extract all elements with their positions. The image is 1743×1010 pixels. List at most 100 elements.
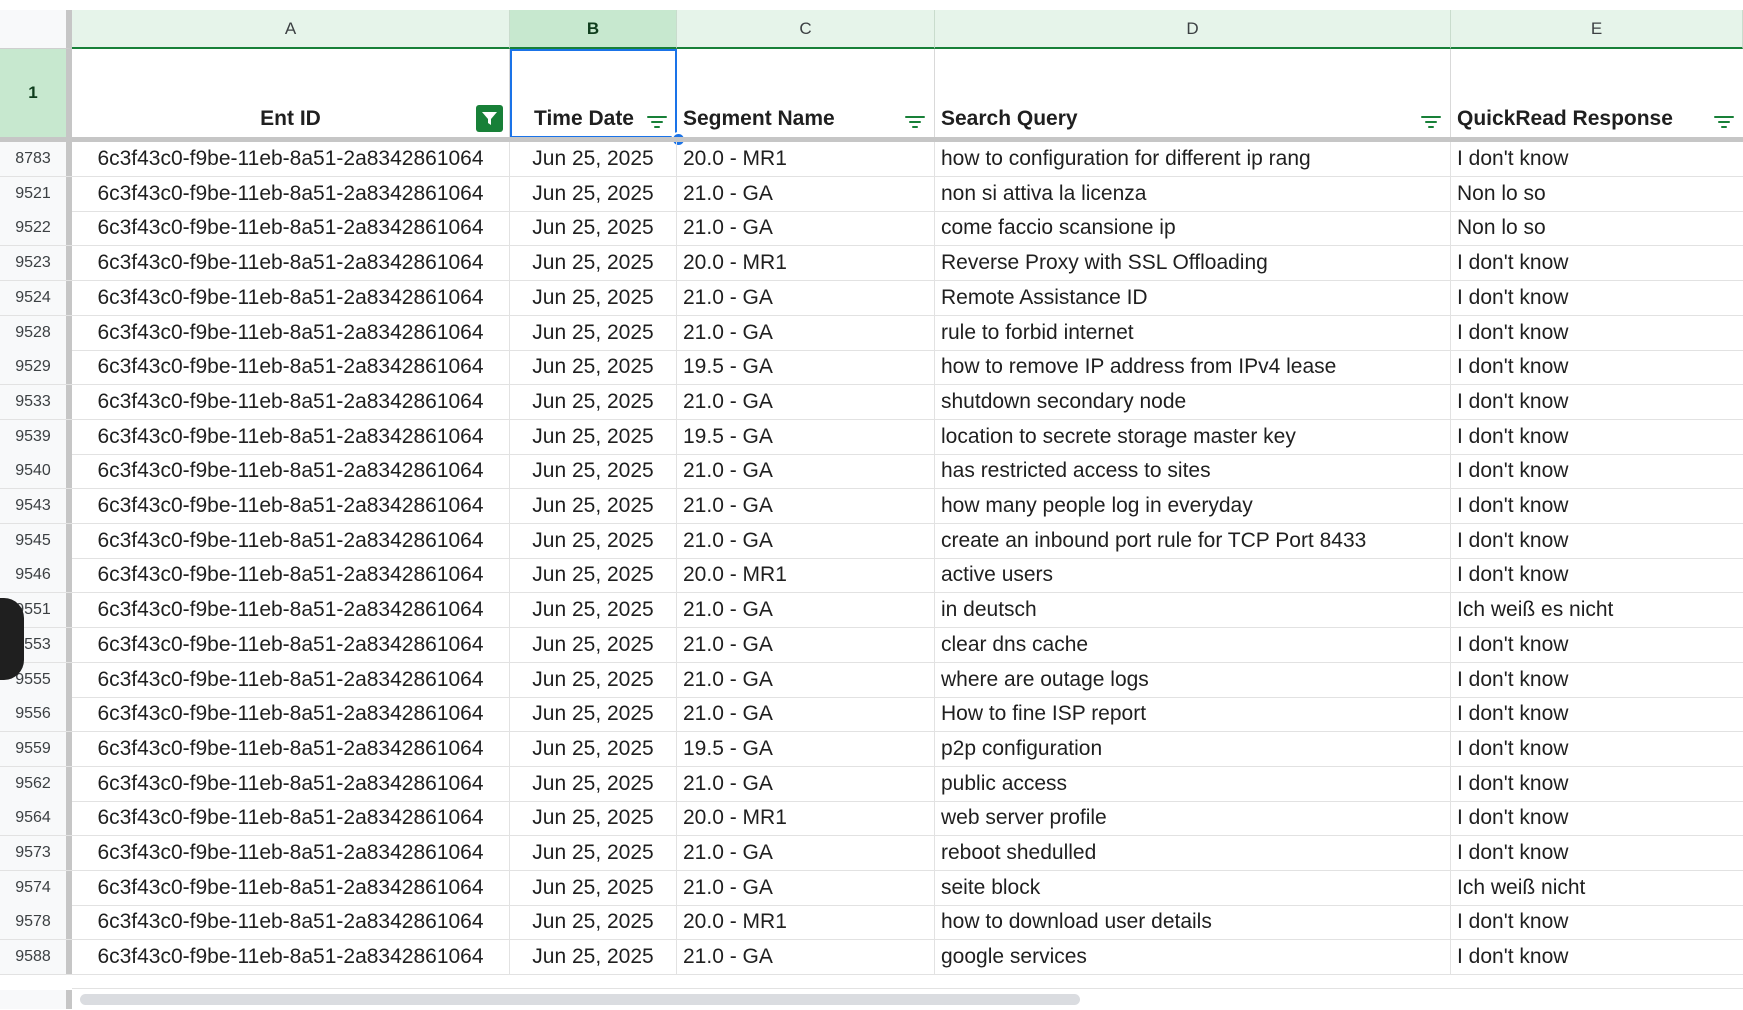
cell-search-query[interactable]: public access [935,766,1451,801]
cell-time-date[interactable]: Jun 25, 2025 [510,280,677,315]
cell-time-date[interactable]: Jun 25, 2025 [510,419,677,454]
cell-search-query[interactable]: in deutsch [935,593,1451,628]
cell-segment-name[interactable]: 21.0 - GA [677,176,935,211]
cell-time-date[interactable]: Jun 25, 2025 [510,870,677,905]
cell-search-query[interactable]: reboot shedulled [935,836,1451,870]
filter-funnel-active-icon[interactable] [476,105,503,132]
row-number[interactable]: 9578 [0,905,72,940]
cell-time-date[interactable]: Jun 25, 2025 [510,940,677,975]
cell-ent-id[interactable]: 6c3f43c0-f9be-11eb-8a51-2a8342861064 [72,454,510,489]
cell-time-date[interactable]: Jun 25, 2025 [510,766,677,801]
side-panel-tab[interactable] [0,598,24,680]
cell-segment-name[interactable]: 20.0 - MR1 [677,905,935,940]
cell-quickread-response[interactable]: I don't know [1451,454,1743,488]
cell-time-date[interactable]: Jun 25, 2025 [510,489,677,523]
header-cell-ent-id[interactable]: Ent ID [72,49,510,138]
cell-ent-id[interactable]: 6c3f43c0-f9be-11eb-8a51-2a8342861064 [72,246,510,281]
cell-ent-id[interactable]: 6c3f43c0-f9be-11eb-8a51-2a8342861064 [72,836,510,870]
cell-time-date[interactable]: Jun 25, 2025 [510,558,677,593]
filter-lines-icon[interactable] [904,112,926,128]
cell-segment-name[interactable]: 21.0 - GA [677,454,935,489]
cell-search-query[interactable]: Remote Assistance ID [935,280,1451,315]
cell-segment-name[interactable]: 20.0 - MR1 [677,801,935,836]
row-number[interactable]: 9539 [0,419,72,454]
cell-segment-name[interactable]: 20.0 - MR1 [677,142,935,176]
cell-ent-id[interactable]: 6c3f43c0-f9be-11eb-8a51-2a8342861064 [72,211,510,246]
cell-ent-id[interactable]: 6c3f43c0-f9be-11eb-8a51-2a8342861064 [72,766,510,801]
cell-quickread-response[interactable]: I don't know [1451,801,1743,835]
filter-lines-icon[interactable] [1713,112,1735,128]
cell-segment-name[interactable]: 21.0 - GA [677,280,935,315]
row-number[interactable]: 9556 [0,697,72,732]
cell-search-query[interactable]: non si attiva la licenza [935,176,1451,211]
cell-segment-name[interactable]: 21.0 - GA [677,593,935,628]
cell-search-query[interactable]: create an inbound port rule for TCP Port… [935,523,1451,558]
cell-segment-name[interactable]: 21.0 - GA [677,766,935,801]
cell-quickread-response[interactable]: I don't know [1451,281,1743,315]
cell-quickread-response[interactable]: I don't know [1451,350,1743,384]
cell-quickread-response[interactable]: Ich weiß es nicht [1451,593,1743,627]
filter-lines-icon[interactable] [646,112,668,128]
cell-segment-name[interactable]: 21.0 - GA [677,836,935,870]
cell-search-query[interactable]: Reverse Proxy with SSL Offloading [935,246,1451,281]
cell-time-date[interactable]: Jun 25, 2025 [510,662,677,697]
cell-search-query[interactable]: clear dns cache [935,627,1451,662]
cell-segment-name[interactable]: 21.0 - GA [677,523,935,558]
column-header-a[interactable]: A [72,10,510,49]
cell-ent-id[interactable]: 6c3f43c0-f9be-11eb-8a51-2a8342861064 [72,731,510,766]
cell-quickread-response[interactable]: I don't know [1451,558,1743,592]
cell-quickread-response[interactable]: I don't know [1451,905,1743,939]
cell-time-date[interactable]: Jun 25, 2025 [510,211,677,246]
cell-search-query[interactable]: google services [935,940,1451,975]
row-number[interactable]: 9528 [0,315,72,350]
cell-quickread-response[interactable]: I don't know [1451,316,1743,350]
row-number[interactable]: 9540 [0,454,72,489]
cell-time-date[interactable]: Jun 25, 2025 [510,454,677,489]
cell-quickread-response[interactable]: I don't know [1451,524,1743,558]
cell-search-query[interactable]: how to remove IP address from IPv4 lease [935,350,1451,385]
cell-quickread-response[interactable]: I don't know [1451,142,1743,176]
row-number[interactable]: 9573 [0,836,72,870]
cell-quickread-response[interactable]: I don't know [1451,697,1743,731]
cell-ent-id[interactable]: 6c3f43c0-f9be-11eb-8a51-2a8342861064 [72,627,510,662]
cell-quickread-response[interactable]: I don't know [1451,420,1743,454]
row-number[interactable]: 9559 [0,731,72,766]
cell-segment-name[interactable]: 21.0 - GA [677,315,935,350]
cell-quickread-response[interactable]: I don't know [1451,385,1743,419]
select-all-corner[interactable] [0,10,72,49]
cell-quickread-response[interactable]: I don't know [1451,940,1743,974]
cell-quickread-response[interactable]: I don't know [1451,732,1743,766]
cell-segment-name[interactable]: 20.0 - MR1 [677,558,935,593]
cell-search-query[interactable]: how many people log in everyday [935,489,1451,523]
cell-segment-name[interactable]: 21.0 - GA [677,940,935,975]
cell-quickread-response[interactable]: I don't know [1451,628,1743,662]
row-number[interactable]: 9564 [0,801,72,836]
cell-ent-id[interactable]: 6c3f43c0-f9be-11eb-8a51-2a8342861064 [72,870,510,905]
cell-search-query[interactable]: how to download user details [935,905,1451,940]
cell-search-query[interactable]: How to fine ISP report [935,697,1451,732]
cell-ent-id[interactable]: 6c3f43c0-f9be-11eb-8a51-2a8342861064 [72,697,510,732]
header-cell-segment-name[interactable]: Segment Name [677,49,935,138]
cell-time-date[interactable]: Jun 25, 2025 [510,731,677,766]
header-cell-quickread-response[interactable]: QuickRead Response [1451,49,1743,138]
cell-quickread-response[interactable]: Non lo so [1451,211,1743,245]
cell-search-query[interactable]: location to secrete storage master key [935,419,1451,454]
cell-search-query[interactable]: seite block [935,870,1451,905]
column-header-e[interactable]: E [1451,10,1743,49]
cell-time-date[interactable]: Jun 25, 2025 [510,315,677,350]
cell-segment-name[interactable]: 21.0 - GA [677,627,935,662]
header-cell-time-date[interactable]: Time Date [510,49,677,138]
cell-ent-id[interactable]: 6c3f43c0-f9be-11eb-8a51-2a8342861064 [72,419,510,454]
cell-quickread-response[interactable]: I don't know [1451,246,1743,280]
row-number[interactable]: 9529 [0,350,72,385]
cell-quickread-response[interactable]: Non lo so [1451,177,1743,211]
cell-time-date[interactable]: Jun 25, 2025 [510,384,677,419]
cell-search-query[interactable]: active users [935,558,1451,593]
row-number[interactable]: 9588 [0,940,72,975]
header-cell-search-query[interactable]: Search Query [935,49,1451,138]
row-number[interactable]: 9521 [0,176,72,211]
cell-ent-id[interactable]: 6c3f43c0-f9be-11eb-8a51-2a8342861064 [72,801,510,836]
cell-ent-id[interactable]: 6c3f43c0-f9be-11eb-8a51-2a8342861064 [72,280,510,315]
cell-ent-id[interactable]: 6c3f43c0-f9be-11eb-8a51-2a8342861064 [72,523,510,558]
cell-search-query[interactable]: how to configuration for different ip ra… [935,142,1451,176]
